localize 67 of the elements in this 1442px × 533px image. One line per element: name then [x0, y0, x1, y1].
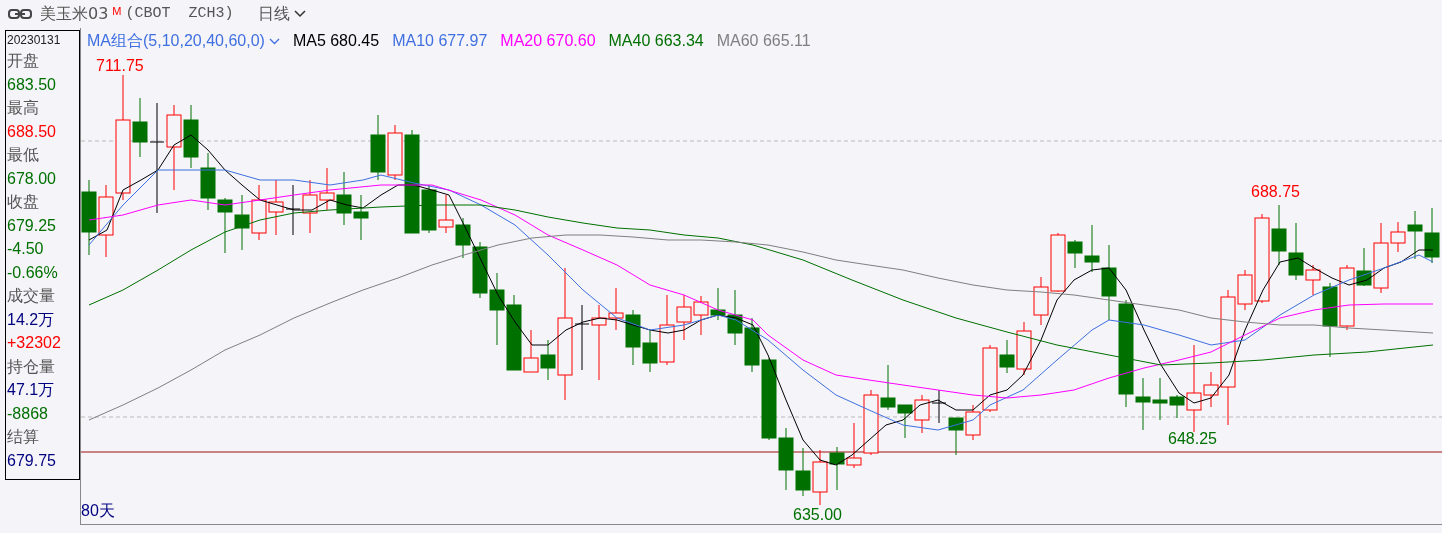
candle	[897, 404, 913, 439]
candle	[948, 417, 964, 456]
info-value: -4.50	[7, 239, 45, 259]
info-value: 收盘	[7, 192, 40, 212]
info-value: 最高	[7, 98, 40, 118]
candle	[251, 184, 267, 241]
ma-value: MA60 665.11	[716, 31, 811, 51]
candle	[931, 389, 947, 424]
candle	[200, 152, 216, 211]
candle	[1424, 207, 1440, 264]
candle	[438, 194, 454, 234]
candle	[914, 394, 930, 434]
link-icon[interactable]	[8, 8, 32, 20]
ma-value: MA5 680.45	[292, 31, 380, 51]
info-value: 688.50	[7, 121, 57, 142]
ma-value: MA10 677.97	[392, 31, 488, 51]
price-label: 635.00	[793, 506, 842, 524]
info-value: 最低	[7, 145, 40, 165]
ma-value: MA40 663.34	[608, 31, 704, 51]
candle	[285, 184, 301, 236]
candle	[778, 427, 794, 491]
info-value: 结算	[7, 427, 40, 447]
candle	[302, 179, 318, 234]
info-value: +32302	[7, 333, 62, 353]
candle	[1033, 276, 1049, 326]
info-value: 47.1万	[7, 380, 56, 400]
ma-value: MA20 670.60	[500, 31, 596, 51]
candle	[625, 309, 641, 366]
contract-code: (CBOT ZCH3)	[125, 3, 234, 24]
range-text: 80天	[81, 502, 115, 520]
candle	[693, 295, 709, 336]
period-dropdown[interactable]: 日线	[257, 2, 306, 26]
date-text: 20230131	[7, 32, 62, 49]
price-label: 688.75	[1251, 183, 1300, 201]
candle	[812, 449, 828, 506]
info-value: 679.75	[7, 450, 57, 471]
ma-selector[interactable]: MA组合(5,10,20,40,60,0)	[87, 29, 280, 53]
candle	[846, 422, 862, 469]
candle	[795, 447, 811, 497]
info-value: 14.2万	[7, 309, 56, 330]
candle	[829, 446, 845, 491]
candle	[183, 104, 199, 169]
chevron-down-icon	[293, 10, 306, 18]
candle	[217, 197, 233, 254]
candle	[370, 114, 386, 181]
candle	[268, 179, 284, 236]
info-value: 678.00	[7, 168, 57, 189]
info-value: -8868	[7, 403, 49, 424]
candle	[319, 167, 335, 211]
candle	[353, 194, 369, 241]
candle	[472, 241, 488, 299]
price-label: 711.75	[96, 57, 144, 75]
info-value: 683.50	[7, 74, 57, 95]
candle	[336, 171, 352, 226]
info-value: 679.25	[7, 215, 57, 236]
price-label: 648.25	[1168, 430, 1217, 448]
info-value: 持仓量	[7, 356, 56, 377]
contract-title: 美玉米03	[40, 3, 109, 25]
candle	[863, 389, 879, 456]
info-value: -0.66%	[7, 262, 59, 283]
info-value: 成交量	[7, 286, 56, 306]
info-value: 开盘	[7, 51, 40, 71]
chevron-down-icon	[268, 37, 280, 45]
candle	[234, 194, 250, 251]
superscript-letter: M	[112, 4, 122, 19]
candle	[880, 364, 896, 411]
candle	[455, 217, 471, 259]
